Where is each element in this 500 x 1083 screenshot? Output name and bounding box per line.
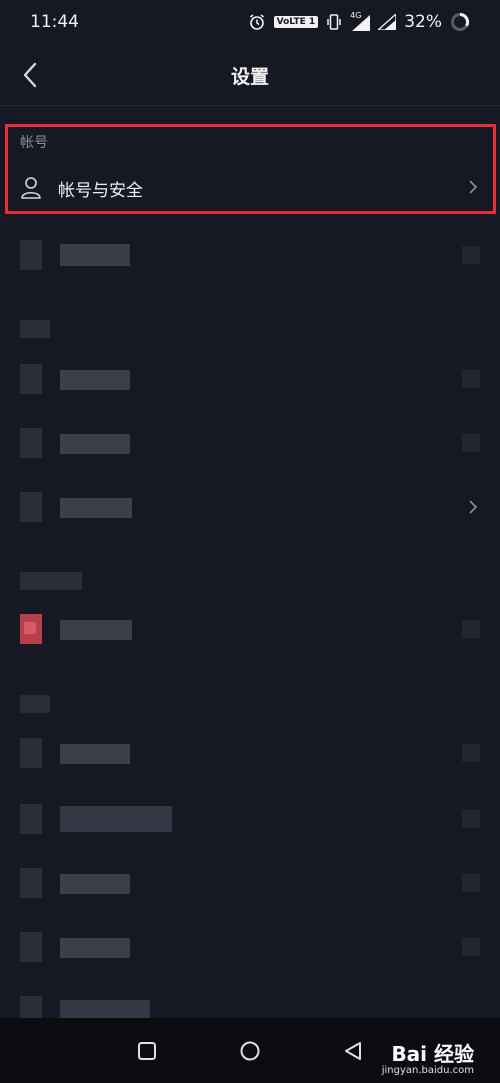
volte-badge: VoLTE 1 — [273, 16, 319, 28]
back-nav-button[interactable] — [340, 1038, 366, 1064]
blurred-section-header — [20, 572, 82, 590]
person-icon — [21, 177, 41, 199]
alarm-icon — [249, 14, 264, 30]
blurred-row — [0, 928, 500, 968]
recent-apps-icon — [138, 1042, 156, 1060]
signal-4g-icon: 4G — [350, 11, 371, 31]
blurred-row — [0, 800, 500, 840]
header: 设置 — [0, 44, 500, 106]
blurred-row — [0, 360, 500, 400]
blurred-row — [0, 992, 500, 1018]
status-bar: 11:44 VoLTE 1 4G 32% — [0, 0, 500, 44]
chevron-right-icon — [469, 500, 478, 514]
battery-level: 32% — [404, 12, 442, 32]
account-security-row[interactable]: 帐号与安全 — [0, 162, 500, 212]
recent-apps-button[interactable] — [134, 1038, 160, 1064]
watermark-url: jingyan.baidu.com — [381, 1065, 474, 1076]
settings-screen: 11:44 VoLTE 1 4G 32% 设置 帐号 帐号与安全 Bai 经验 … — [0, 0, 500, 1083]
vibrate-icon — [327, 14, 341, 30]
home-button[interactable] — [237, 1038, 263, 1064]
signal-icon — [378, 14, 397, 30]
blurred-section-header — [20, 320, 50, 338]
blurred-section-header — [20, 695, 50, 713]
system-nav-bar: Bai 经验 jingyan.baidu.com — [0, 1018, 500, 1083]
blurred-row — [0, 610, 500, 650]
battery-ring-icon — [451, 12, 470, 31]
blurred-row — [0, 864, 500, 904]
blurred-row — [0, 734, 500, 774]
account-security-label: 帐号与安全 — [58, 181, 143, 201]
home-icon — [240, 1041, 260, 1061]
status-time: 11:44 — [30, 12, 79, 32]
blurred-row — [0, 424, 500, 464]
section-label-account: 帐号 — [20, 135, 48, 151]
back-triangle-icon — [345, 1042, 361, 1060]
baidu-watermark: Bai 经验 jingyan.baidu.com — [382, 1038, 474, 1076]
chevron-right-icon — [469, 180, 478, 194]
status-icons: VoLTE 1 4G 32% — [248, 11, 470, 33]
blurred-row — [0, 488, 500, 528]
blurred-row — [0, 236, 500, 276]
page-title: 设置 — [230, 66, 269, 88]
watermark-logo: Bai 经验 — [391, 1042, 474, 1066]
